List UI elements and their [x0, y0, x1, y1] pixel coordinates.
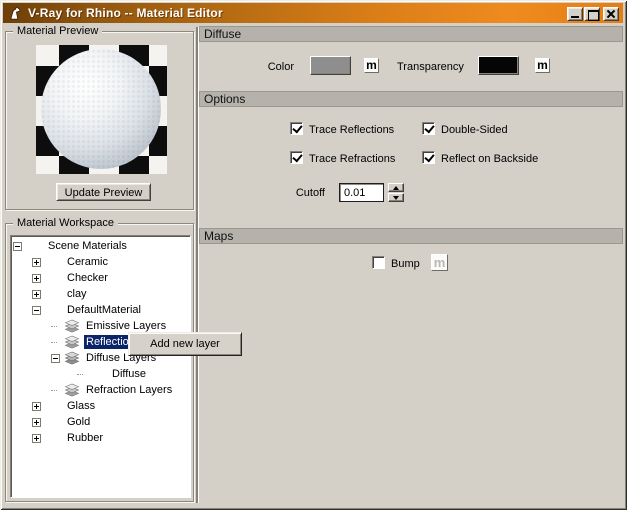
tree-connector: [77, 373, 83, 375]
material-sphere-icon: [45, 399, 61, 414]
bump-map-button[interactable]: m: [431, 254, 448, 271]
diffuse-color-swatch[interactable]: [310, 56, 351, 75]
tree-item-glass[interactable]: Glass: [11, 398, 190, 414]
tree-item-refraction-layers[interactable]: Refraction Layers: [11, 382, 190, 398]
material-workspace-group: Material Workspace Scene Materials Ceram…: [5, 217, 194, 502]
tree-item-ceramic[interactable]: Ceramic: [11, 254, 190, 270]
layers-stack-icon: [64, 351, 80, 366]
window-title: V-Ray for Rhino -- Material Editor: [28, 6, 223, 20]
expander-plus-icon[interactable]: [32, 273, 41, 283]
expander-minus-icon[interactable]: [32, 305, 41, 315]
cutoff-input[interactable]: [339, 183, 384, 202]
expander-plus-icon[interactable]: [32, 417, 41, 427]
tree-item-checker[interactable]: Checker: [11, 270, 190, 286]
bump-checkbox[interactable]: [372, 256, 385, 269]
spinner-up-icon[interactable]: [388, 183, 404, 192]
material-preview-image: [36, 45, 167, 174]
minimize-icon[interactable]: [567, 7, 583, 21]
material-sphere-icon: [90, 367, 106, 382]
material-sphere-icon: [45, 303, 61, 318]
close-icon[interactable]: [603, 7, 619, 21]
reflect-on-backside-label: Reflect on Backside: [441, 153, 539, 165]
trace-refractions-label: Trace Refractions: [309, 153, 396, 165]
options-section-header: Options: [199, 91, 623, 107]
material-sphere-icon: [45, 415, 61, 430]
bump-label: Bump: [391, 258, 420, 270]
tree-item-clay[interactable]: clay: [11, 286, 190, 302]
material-sphere-icon: [45, 271, 61, 286]
layers-stack-icon: [64, 319, 80, 334]
expander-plus-icon[interactable]: [32, 401, 41, 411]
expander-minus-icon[interactable]: [51, 353, 60, 363]
update-preview-button[interactable]: Update Preview: [56, 183, 151, 201]
expander-minus-icon[interactable]: [13, 241, 22, 251]
material-sphere-icon: [45, 431, 61, 446]
context-menu: Add new layer: [128, 332, 242, 356]
maps-section-header: Maps: [199, 228, 623, 244]
tree-item-diffuse[interactable]: Diffuse: [11, 366, 190, 382]
diffuse-color-map-button[interactable]: m: [364, 58, 379, 73]
tree-item-scene-materials[interactable]: Scene Materials: [11, 238, 190, 254]
reflect-on-backside-checkbox[interactable]: [422, 151, 435, 164]
transparency-map-button[interactable]: m: [535, 58, 550, 73]
tree-item-rubber[interactable]: Rubber: [11, 430, 190, 446]
transparency-label: Transparency: [397, 61, 464, 73]
material-sphere-icon: [26, 239, 42, 254]
material-sphere-icon: [45, 255, 61, 270]
vray-logo-icon: [10, 5, 21, 19]
preview-sphere: [41, 49, 161, 169]
tree-connector: [51, 341, 57, 343]
trace-reflections-checkbox[interactable]: [290, 122, 303, 135]
double-sided-label: Double-Sided: [441, 124, 508, 136]
cutoff-label: Cutoff: [295, 187, 325, 199]
tree-item-gold[interactable]: Gold: [11, 414, 190, 430]
material-preview-group: Material Preview Update Preview: [5, 25, 194, 210]
expander-plus-icon[interactable]: [32, 433, 41, 443]
cutoff-spinner: [388, 183, 404, 202]
layers-stack-icon: [64, 335, 80, 350]
color-label: Color: [267, 61, 294, 73]
trace-reflections-label: Trace Reflections: [309, 124, 395, 136]
material-workspace-label: Material Workspace: [13, 217, 118, 229]
double-sided-checkbox[interactable]: [422, 122, 435, 135]
material-editor-window: V-Ray for Rhino -- Material Editor Mater…: [0, 0, 627, 510]
layers-stack-icon: [64, 383, 80, 398]
tree-connector: [51, 389, 57, 391]
titlebar[interactable]: V-Ray for Rhino -- Material Editor: [3, 3, 623, 23]
maximize-icon[interactable]: [584, 7, 600, 21]
expander-plus-icon[interactable]: [32, 257, 41, 267]
material-preview-label: Material Preview: [13, 25, 103, 37]
expander-plus-icon[interactable]: [32, 289, 41, 299]
material-sphere-icon: [45, 287, 61, 302]
material-tree[interactable]: Scene Materials Ceramic Checker clay Def…: [10, 235, 191, 498]
transparency-swatch[interactable]: [478, 56, 519, 75]
diffuse-section-header: Diffuse: [199, 26, 623, 42]
tree-item-defaultmaterial[interactable]: DefaultMaterial: [11, 302, 190, 318]
tree-connector: [51, 325, 57, 327]
spinner-down-icon[interactable]: [388, 193, 404, 202]
trace-refractions-checkbox[interactable]: [290, 151, 303, 164]
menu-item-add-new-layer[interactable]: Add new layer: [129, 333, 241, 355]
